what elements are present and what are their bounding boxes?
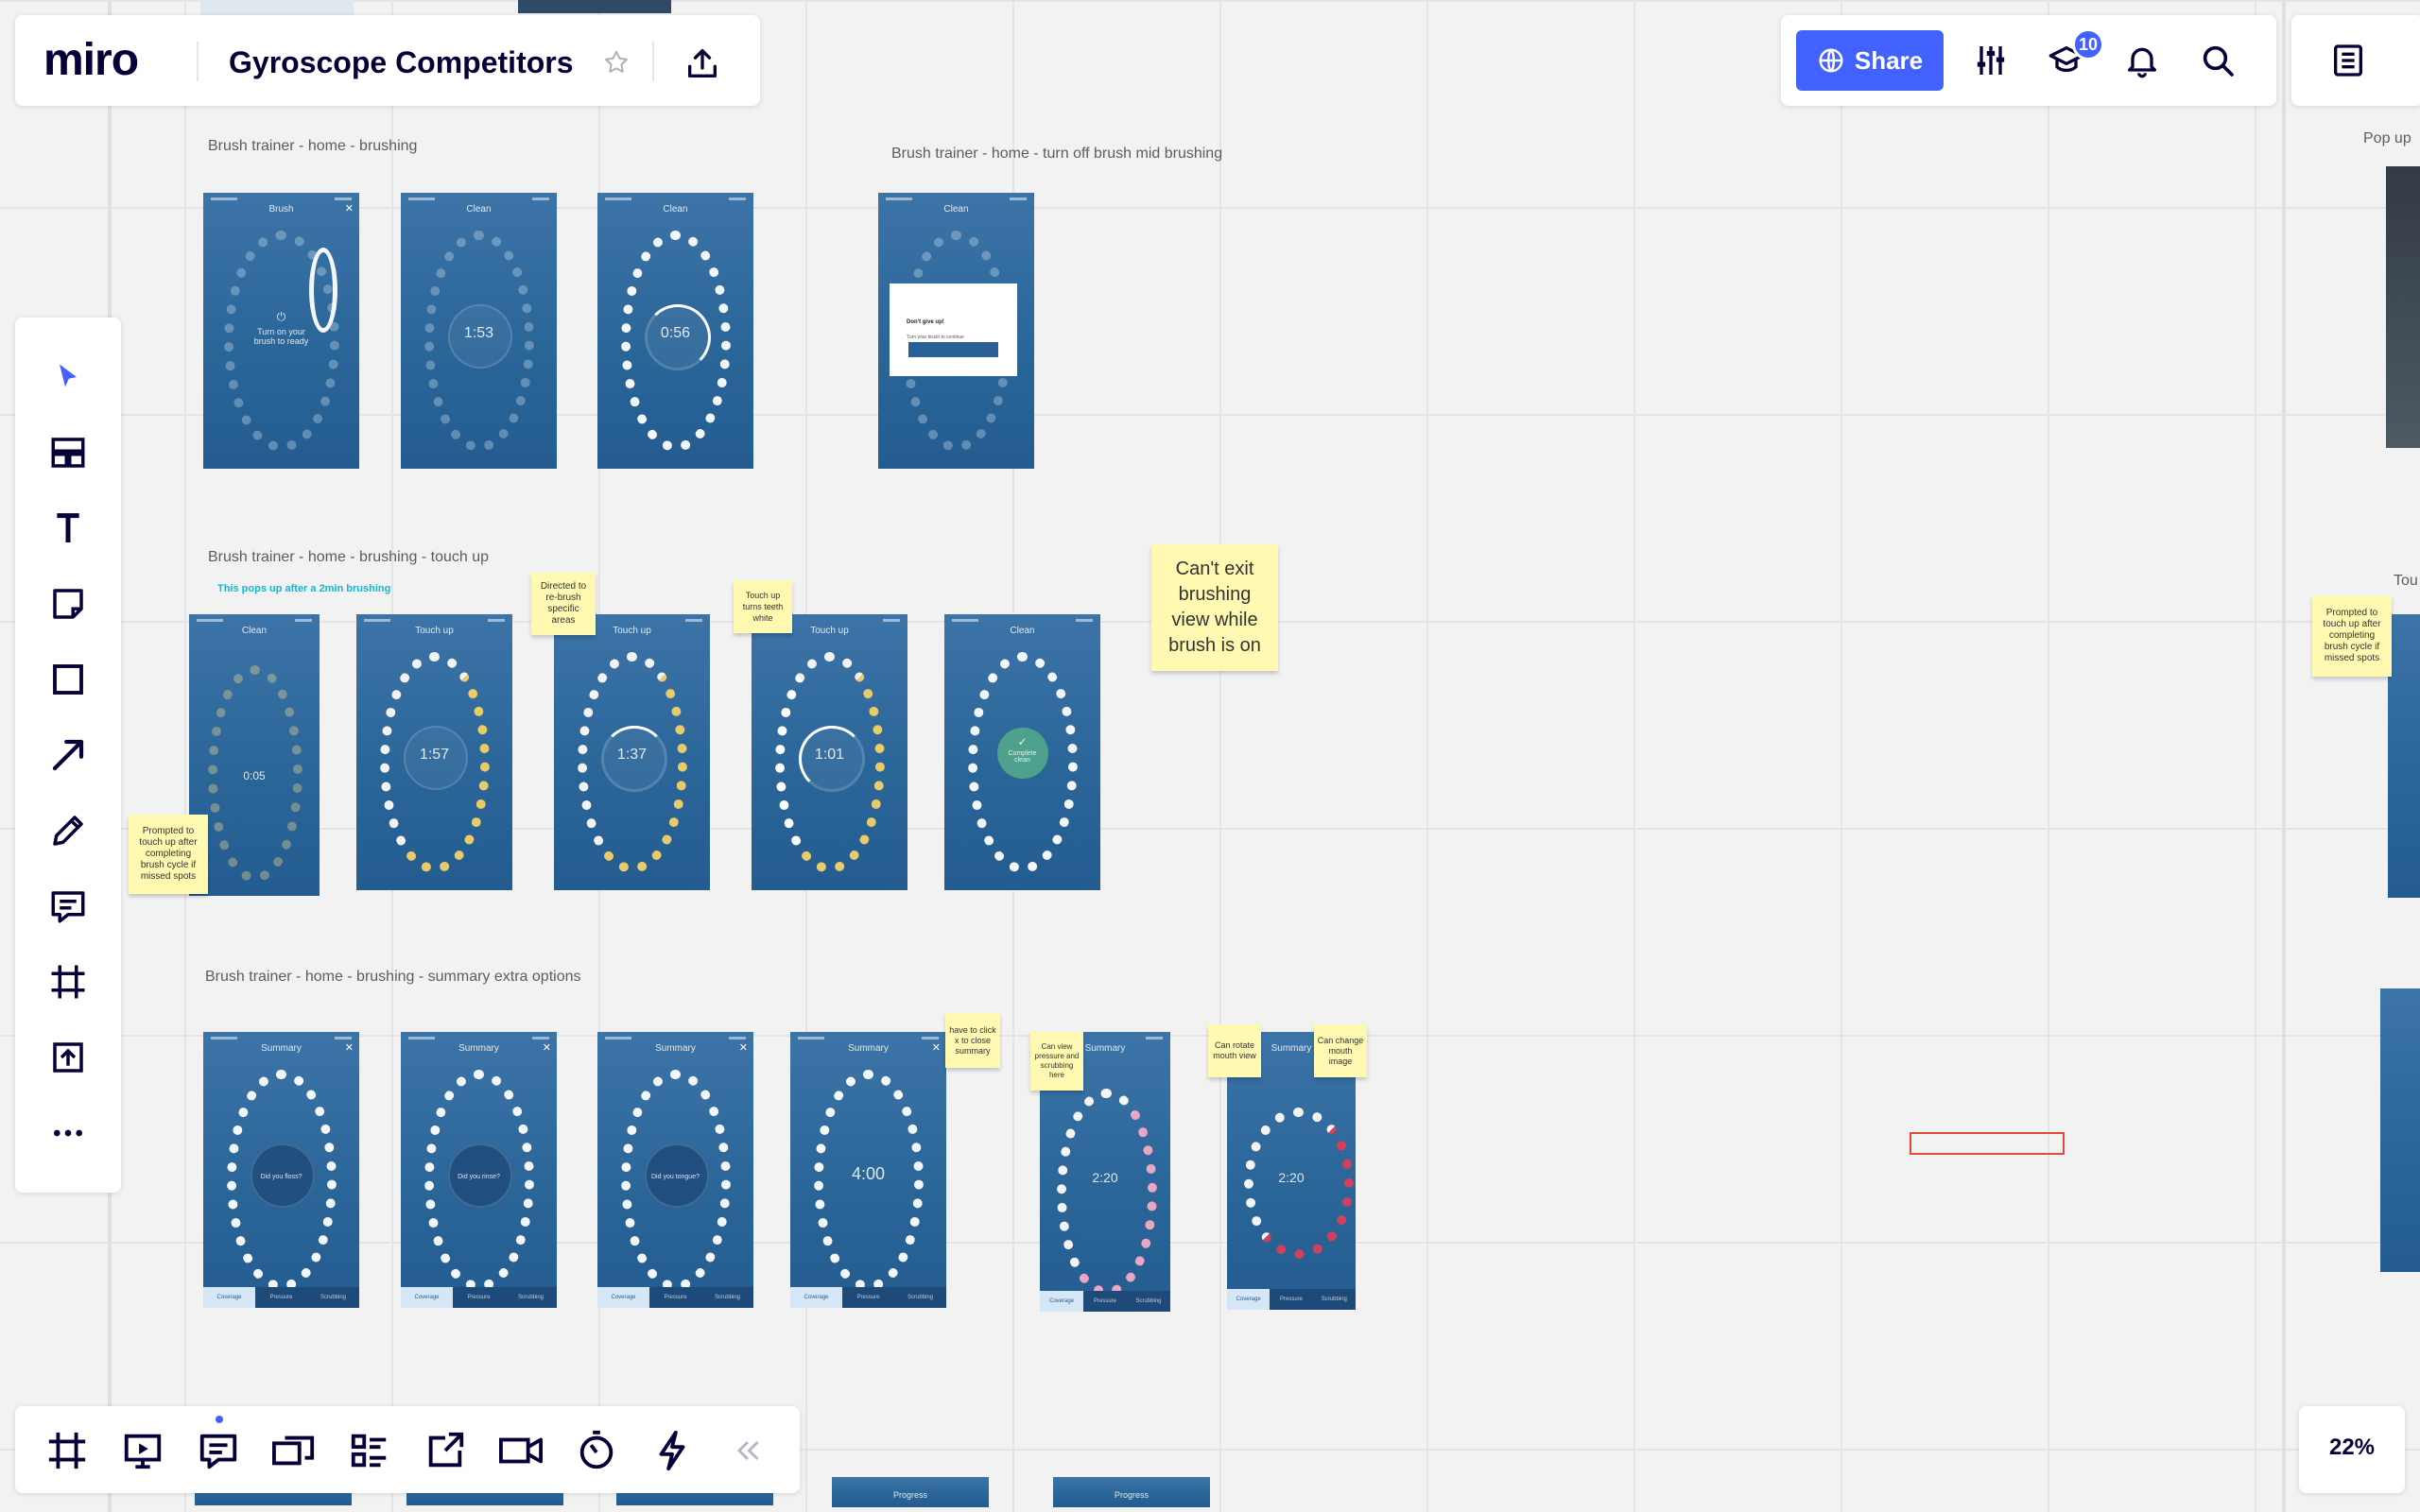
collapse-icon[interactable]: [715, 1410, 781, 1491]
text-icon[interactable]: [15, 495, 121, 561]
sticky-note-touch-prompt-right[interactable]: Prompted to touch up after completing br…: [2312, 595, 2392, 677]
notification-badge: 10: [2072, 28, 2104, 60]
screen-clean-2[interactable]: Clean 0:56: [597, 193, 753, 469]
star-icon[interactable]: [596, 42, 637, 83]
screen-partial-touch[interactable]: [2388, 614, 2420, 898]
zoom-panel: 22%: [2299, 1406, 2405, 1493]
sticky-note-click-x[interactable]: have to click x to close summary: [945, 1013, 1000, 1068]
bell-icon[interactable]: [2119, 38, 2165, 83]
summary-tabs: Coverage Pressure Scrubbing: [597, 1287, 753, 1308]
screen-summary-time[interactable]: Summary ✕ 4:00 Coverage Pressure Scrubbing: [790, 1032, 946, 1308]
comments-icon[interactable]: [185, 1410, 251, 1491]
popup-note: This pops up after a 2min brushing: [217, 583, 391, 594]
screen-partial-summary[interactable]: [2380, 988, 2420, 1272]
summary-tabs: Coverage Pressure Scrubbing: [1040, 1291, 1170, 1312]
share-label: Share: [1854, 45, 1924, 75]
share-button[interactable]: Share: [1796, 30, 1944, 91]
section-label-touch-up: Brush trainer - home - brushing - touch …: [208, 549, 490, 565]
sticky-note-icon[interactable]: [15, 571, 121, 637]
screen-summary-tongue[interactable]: Summary ✕ Did you tongue? Coverage Pressu…: [597, 1032, 753, 1308]
summary-tabs: Coverage Pressure Scrubbing: [1227, 1289, 1356, 1310]
more-icon[interactable]: [15, 1100, 121, 1166]
select-cursor-icon[interactable]: [15, 344, 121, 410]
dialog-button: [908, 342, 998, 357]
summary-tabs: Coverage Pressure Scrubbing: [790, 1287, 946, 1308]
sticky-note-teeth-white[interactable]: Touch up turns teeth white: [734, 580, 792, 633]
screen-touch-up-prompt[interactable]: Clean 0:05: [189, 614, 320, 896]
upload-icon[interactable]: [15, 1024, 121, 1091]
screen-partial-top-2[interactable]: [518, 0, 671, 13]
lightning-icon[interactable]: [639, 1410, 705, 1491]
sticky-note-change-image[interactable]: Can change mouth image: [1314, 1024, 1367, 1077]
board-header: miro Gyroscope Competitors: [15, 15, 760, 106]
section-label-summary: Brush trainer - home - brushing - summar…: [205, 969, 581, 985]
screen-touch-up-3[interactable]: Touch up 1:01: [752, 614, 908, 890]
section-label-brushing: Brush trainer - home - brushing: [208, 138, 418, 154]
dont-give-up-dialog: Don't give up! Turn your brush to contin…: [890, 284, 1017, 376]
globe-icon: [1819, 48, 1843, 73]
screen-turn-off-dialog[interactable]: Clean Don't give up! Turn your brush to …: [878, 193, 1034, 469]
screen-touch-up-1[interactable]: Touch up 1:57: [356, 614, 512, 890]
frames-icon[interactable]: [34, 1410, 100, 1491]
left-toolbar: [15, 318, 121, 1193]
frame-icon[interactable]: [15, 949, 121, 1015]
screen-share-icon[interactable]: [261, 1410, 327, 1491]
screen-brush[interactable]: Brush ✕ ⏻ Turn on your brush to ready: [203, 193, 359, 469]
summary-tabs: Coverage Pressure Scrubbing: [203, 1287, 359, 1308]
screen-progress-2[interactable]: Progress: [1053, 1477, 1210, 1507]
zoom-level[interactable]: 22%: [2299, 1435, 2405, 1461]
top-right-toolbar: Share 10: [1781, 15, 2276, 106]
search-icon[interactable]: [2195, 38, 2240, 83]
notes-panel-toggle: [2291, 15, 2420, 106]
screen-progress-1[interactable]: Progress: [832, 1477, 989, 1507]
video-icon[interactable]: [488, 1410, 554, 1491]
miro-logo[interactable]: miro: [43, 32, 139, 89]
power-icon: ⏻: [276, 310, 286, 323]
templates-icon[interactable]: [15, 420, 121, 486]
header-divider-2: [652, 42, 654, 81]
frame-border-right: [2282, 0, 2286, 1512]
upload-export-icon[interactable]: [679, 40, 726, 87]
screen-summary-floss[interactable]: Summary ✕ Did you floss? Coverage Pressur…: [203, 1032, 359, 1308]
presentation-icon[interactable]: [110, 1410, 176, 1491]
close-icon: ✕: [344, 1042, 354, 1054]
board-title[interactable]: Gyroscope Competitors: [229, 43, 574, 81]
screen-complete-clean[interactable]: Clean ✓ Complete clean: [944, 614, 1100, 890]
board-canvas[interactable]: Brush trainer - home - brushing Brush tr…: [0, 0, 2420, 1512]
close-icon: ✕: [542, 1042, 551, 1054]
comment-icon[interactable]: [15, 873, 121, 939]
screen-summary-rinse[interactable]: Summary ✕ Did you rinse? Coverage Pressur…: [401, 1032, 557, 1308]
shape-icon[interactable]: [15, 646, 121, 713]
settings-sliders-icon[interactable]: [1968, 38, 2014, 83]
selection-rectangle[interactable]: [1910, 1132, 2065, 1155]
section-label-turn-off: Brush trainer - home - turn off brush mi…: [891, 146, 1223, 162]
sticky-note-redirect[interactable]: Directed to re-brush specific areas: [531, 573, 596, 635]
sticky-note-cant-exit[interactable]: Can't exit brushing view while brush is …: [1151, 544, 1278, 671]
pen-icon[interactable]: [15, 798, 121, 864]
screen-clean-1[interactable]: Clean 1:53: [401, 193, 557, 469]
sticky-note-touch-prompt-left[interactable]: Prompted to touch up after completing br…: [129, 815, 208, 894]
header-divider: [197, 42, 199, 81]
close-icon: ✕: [931, 1042, 941, 1054]
timer-icon[interactable]: [563, 1410, 630, 1491]
summary-tabs: Coverage Pressure Scrubbing: [401, 1287, 557, 1308]
close-icon: ✕: [738, 1042, 748, 1054]
right-label-popup: Pop up: [2363, 130, 2411, 146]
cards-icon[interactable]: [337, 1410, 403, 1491]
close-icon: ✕: [344, 203, 354, 215]
right-label-touch: Tou: [2394, 573, 2418, 589]
share-screen-icon[interactable]: [412, 1410, 478, 1491]
sticky-note-rotate[interactable]: Can rotate mouth view: [1208, 1024, 1261, 1077]
document-icon[interactable]: [2325, 38, 2371, 83]
screen-touch-up-2[interactable]: Touch up 1:37: [554, 614, 710, 890]
arrow-icon[interactable]: [15, 722, 121, 788]
screen-partial-popup[interactable]: [2386, 166, 2420, 448]
sticky-note-pressure[interactable]: Can view pressure and scrubbing here: [1030, 1032, 1083, 1091]
